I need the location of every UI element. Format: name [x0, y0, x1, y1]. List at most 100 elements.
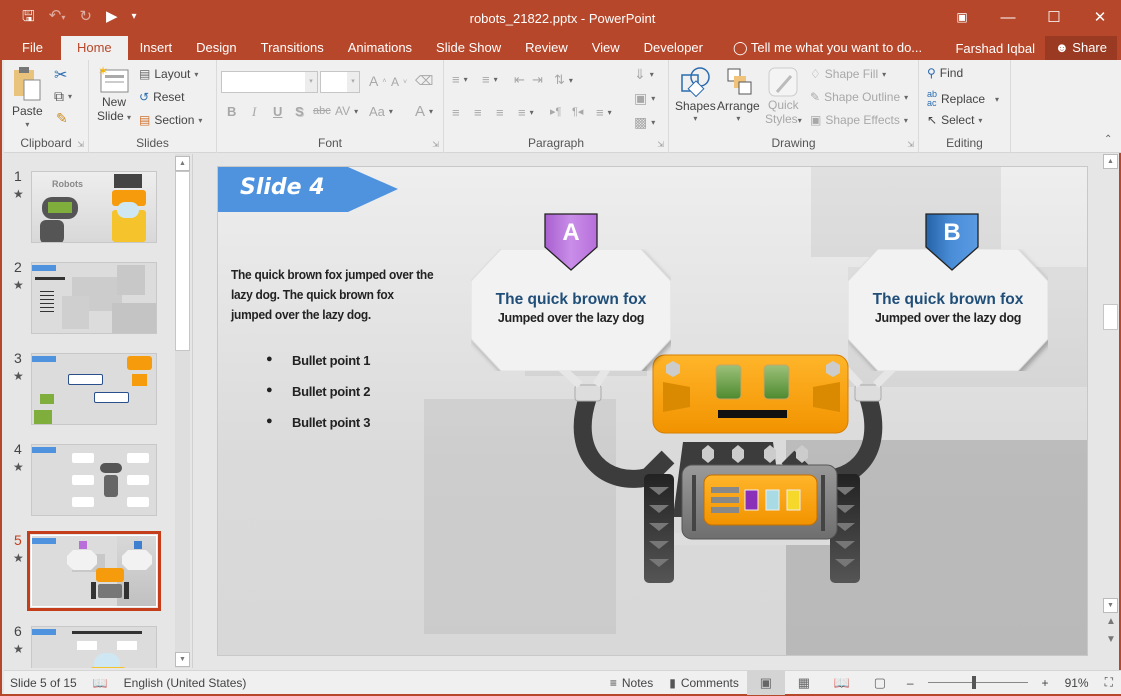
dialog-launcher-icon[interactable]: ⇲	[77, 140, 84, 149]
strikethrough-button[interactable]: abc	[313, 105, 331, 117]
align-center-icon[interactable]: ≡	[474, 105, 482, 120]
tab-design[interactable]: Design	[184, 36, 248, 60]
body-text[interactable]: The quick brown fox jumped over the lazy…	[231, 265, 434, 325]
shrink-font-icon[interactable]: A ˅	[391, 75, 407, 89]
slide-thumbnail-5[interactable]	[27, 531, 161, 611]
zoom-in-icon[interactable]: +	[1034, 676, 1057, 690]
italic-button[interactable]: I	[252, 104, 256, 120]
dialog-launcher-icon[interactable]: ⇲	[907, 140, 914, 149]
ribbon-display-options-icon[interactable]: ▣	[939, 0, 985, 34]
slide-tag-text[interactable]: Slide 4	[240, 175, 325, 200]
scroll-down-icon[interactable]: ▼	[1103, 598, 1118, 613]
zoom-slider[interactable]	[927, 676, 1028, 689]
slide-thumbnail-1[interactable]: Robots	[31, 171, 157, 243]
find-button[interactable]: ⚲ Find	[927, 66, 963, 80]
bullets-icon[interactable]: ≡ ▾	[452, 72, 468, 87]
smartart-icon[interactable]: ▩ ▾	[634, 114, 655, 131]
font-color-button[interactable]: A ▾	[415, 103, 433, 120]
reset-button[interactable]: ↺ Reset	[139, 90, 184, 104]
minimize-icon[interactable]: —	[985, 0, 1031, 34]
select-button[interactable]: ↖ Select ▾	[927, 113, 982, 127]
decrease-indent-icon[interactable]: ⇤	[514, 72, 525, 88]
maximize-icon[interactable]: ☐	[1031, 0, 1077, 34]
tab-slide-show[interactable]: Slide Show	[424, 36, 513, 60]
language-indicator[interactable]: English (United States)	[116, 676, 255, 690]
slide-thumbnail-4[interactable]	[31, 444, 157, 516]
underline-button[interactable]: U	[273, 104, 282, 119]
slide-thumbnail-2[interactable]	[31, 262, 157, 334]
tab-home[interactable]: Home	[60, 36, 128, 60]
tab-transitions[interactable]: Transitions	[249, 36, 336, 60]
normal-view-icon[interactable]: ▣	[746, 670, 785, 695]
rtl-icon[interactable]: ¶◂	[572, 105, 583, 118]
share-button[interactable]: ☻ Share	[1044, 36, 1117, 60]
cut-icon[interactable]: ✂	[54, 65, 67, 85]
tab-insert[interactable]: Insert	[128, 36, 185, 60]
tell-me-box[interactable]: ◯ Tell me what you want to do...	[721, 36, 934, 60]
clear-formatting-icon[interactable]: ⌫	[415, 73, 433, 89]
next-slide-icon[interactable]: ▼	[1106, 634, 1116, 645]
change-case-button[interactable]: Aa ▾	[369, 104, 393, 119]
scroll-up-icon[interactable]: ▲	[175, 156, 190, 171]
thumbnails-scrollbar[interactable]: ▲ ▼	[175, 154, 190, 668]
font-name-combo[interactable]: ▾	[221, 71, 318, 93]
zoom-slider-knob[interactable]	[971, 676, 976, 689]
slide-canvas[interactable]: Slide 4 The quick brown fox jumped over …	[217, 166, 1088, 656]
tab-file[interactable]: File	[2, 36, 61, 60]
shape-fill-button[interactable]: ♢ Shape Fill ▾	[810, 67, 886, 81]
grow-font-icon[interactable]: A ˄	[369, 73, 386, 89]
shadow-button[interactable]: S	[295, 104, 304, 119]
chevron-down-icon[interactable]: ▾	[347, 72, 359, 92]
align-right-icon[interactable]: ≡	[496, 105, 504, 120]
align-left-icon[interactable]: ≡	[452, 105, 460, 120]
new-slide-button[interactable]: ✶ New Slide ▾	[97, 65, 131, 123]
align-text-icon[interactable]: ▣ ▾	[634, 90, 655, 107]
dialog-launcher-icon[interactable]: ⇲	[432, 140, 439, 149]
reading-view-icon[interactable]: 📖	[823, 671, 861, 695]
quick-styles-button[interactable]: Quick Styles▾	[765, 66, 802, 126]
bold-button[interactable]: B	[227, 104, 236, 119]
format-painter-icon[interactable]: ✎	[56, 110, 68, 127]
slide-thumbnail-6[interactable]	[31, 626, 157, 668]
slideshow-view-icon[interactable]: ▢	[861, 671, 899, 695]
replace-button[interactable]: ab ac Replace ▾	[927, 90, 999, 108]
zoom-level[interactable]: 91%	[1057, 676, 1097, 690]
previous-slide-icon[interactable]: ▲	[1106, 616, 1116, 627]
fit-to-window-icon[interactable]: ⛶	[1097, 675, 1121, 690]
arrange-button[interactable]: Arrange ▾	[717, 66, 760, 123]
chevron-down-icon[interactable]: ▾	[305, 72, 317, 92]
numbering-icon[interactable]: ≡ ▾	[482, 72, 498, 87]
line-spacing-icon[interactable]: ⇅ ▾	[554, 72, 573, 88]
tab-view[interactable]: View	[580, 36, 632, 60]
font-size-combo[interactable]: ▾	[320, 71, 360, 93]
close-icon[interactable]: ✕	[1077, 0, 1121, 34]
slide-thumbnail-3[interactable]	[31, 353, 157, 425]
layout-button[interactable]: ▤ Layout ▾	[139, 67, 198, 81]
character-spacing-button[interactable]: AV ▾	[335, 104, 358, 118]
bullet-list[interactable]: ● Bullet point 1 ● Bullet point 2 ● Bullet …	[266, 353, 370, 446]
collapse-ribbon-icon[interactable]: ⌃	[1104, 134, 1112, 145]
comments-button[interactable]: ▮ Comments	[661, 676, 747, 690]
slide-sorter-icon[interactable]: ▦	[785, 671, 823, 695]
user-name[interactable]: Farshad Iqbal	[945, 37, 1045, 60]
scroll-thumb[interactable]	[175, 171, 190, 351]
dialog-launcher-icon[interactable]: ⇲	[657, 140, 664, 149]
justify-icon[interactable]: ≡ ▾	[518, 105, 534, 120]
copy-icon[interactable]: ⧉ ▾	[54, 88, 72, 105]
scroll-thumb[interactable]	[1103, 304, 1118, 330]
increase-indent-icon[interactable]: ⇥	[532, 72, 543, 88]
editor-scrollbar[interactable]: ▲ ▼ ▲ ▼	[1103, 154, 1119, 668]
shape-outline-button[interactable]: ✎ Shape Outline ▾	[810, 90, 908, 104]
section-button[interactable]: ▤ Section ▾	[139, 113, 202, 127]
tab-developer[interactable]: Developer	[632, 36, 715, 60]
scroll-up-icon[interactable]: ▲	[1103, 154, 1118, 169]
ltr-icon[interactable]: ▸¶	[550, 105, 561, 118]
notes-button[interactable]: ≡ Notes	[602, 676, 661, 690]
spell-check-icon[interactable]: 📖	[85, 676, 116, 690]
tab-review[interactable]: Review	[513, 36, 580, 60]
shape-effects-button[interactable]: ▣ Shape Effects ▾	[810, 113, 908, 127]
paste-button[interactable]: Paste ▾	[12, 66, 43, 129]
paste-dropdown-icon[interactable]: ▾	[25, 120, 29, 129]
columns-icon[interactable]: ≡ ▾	[596, 105, 612, 120]
scroll-down-icon[interactable]: ▼	[175, 652, 190, 667]
